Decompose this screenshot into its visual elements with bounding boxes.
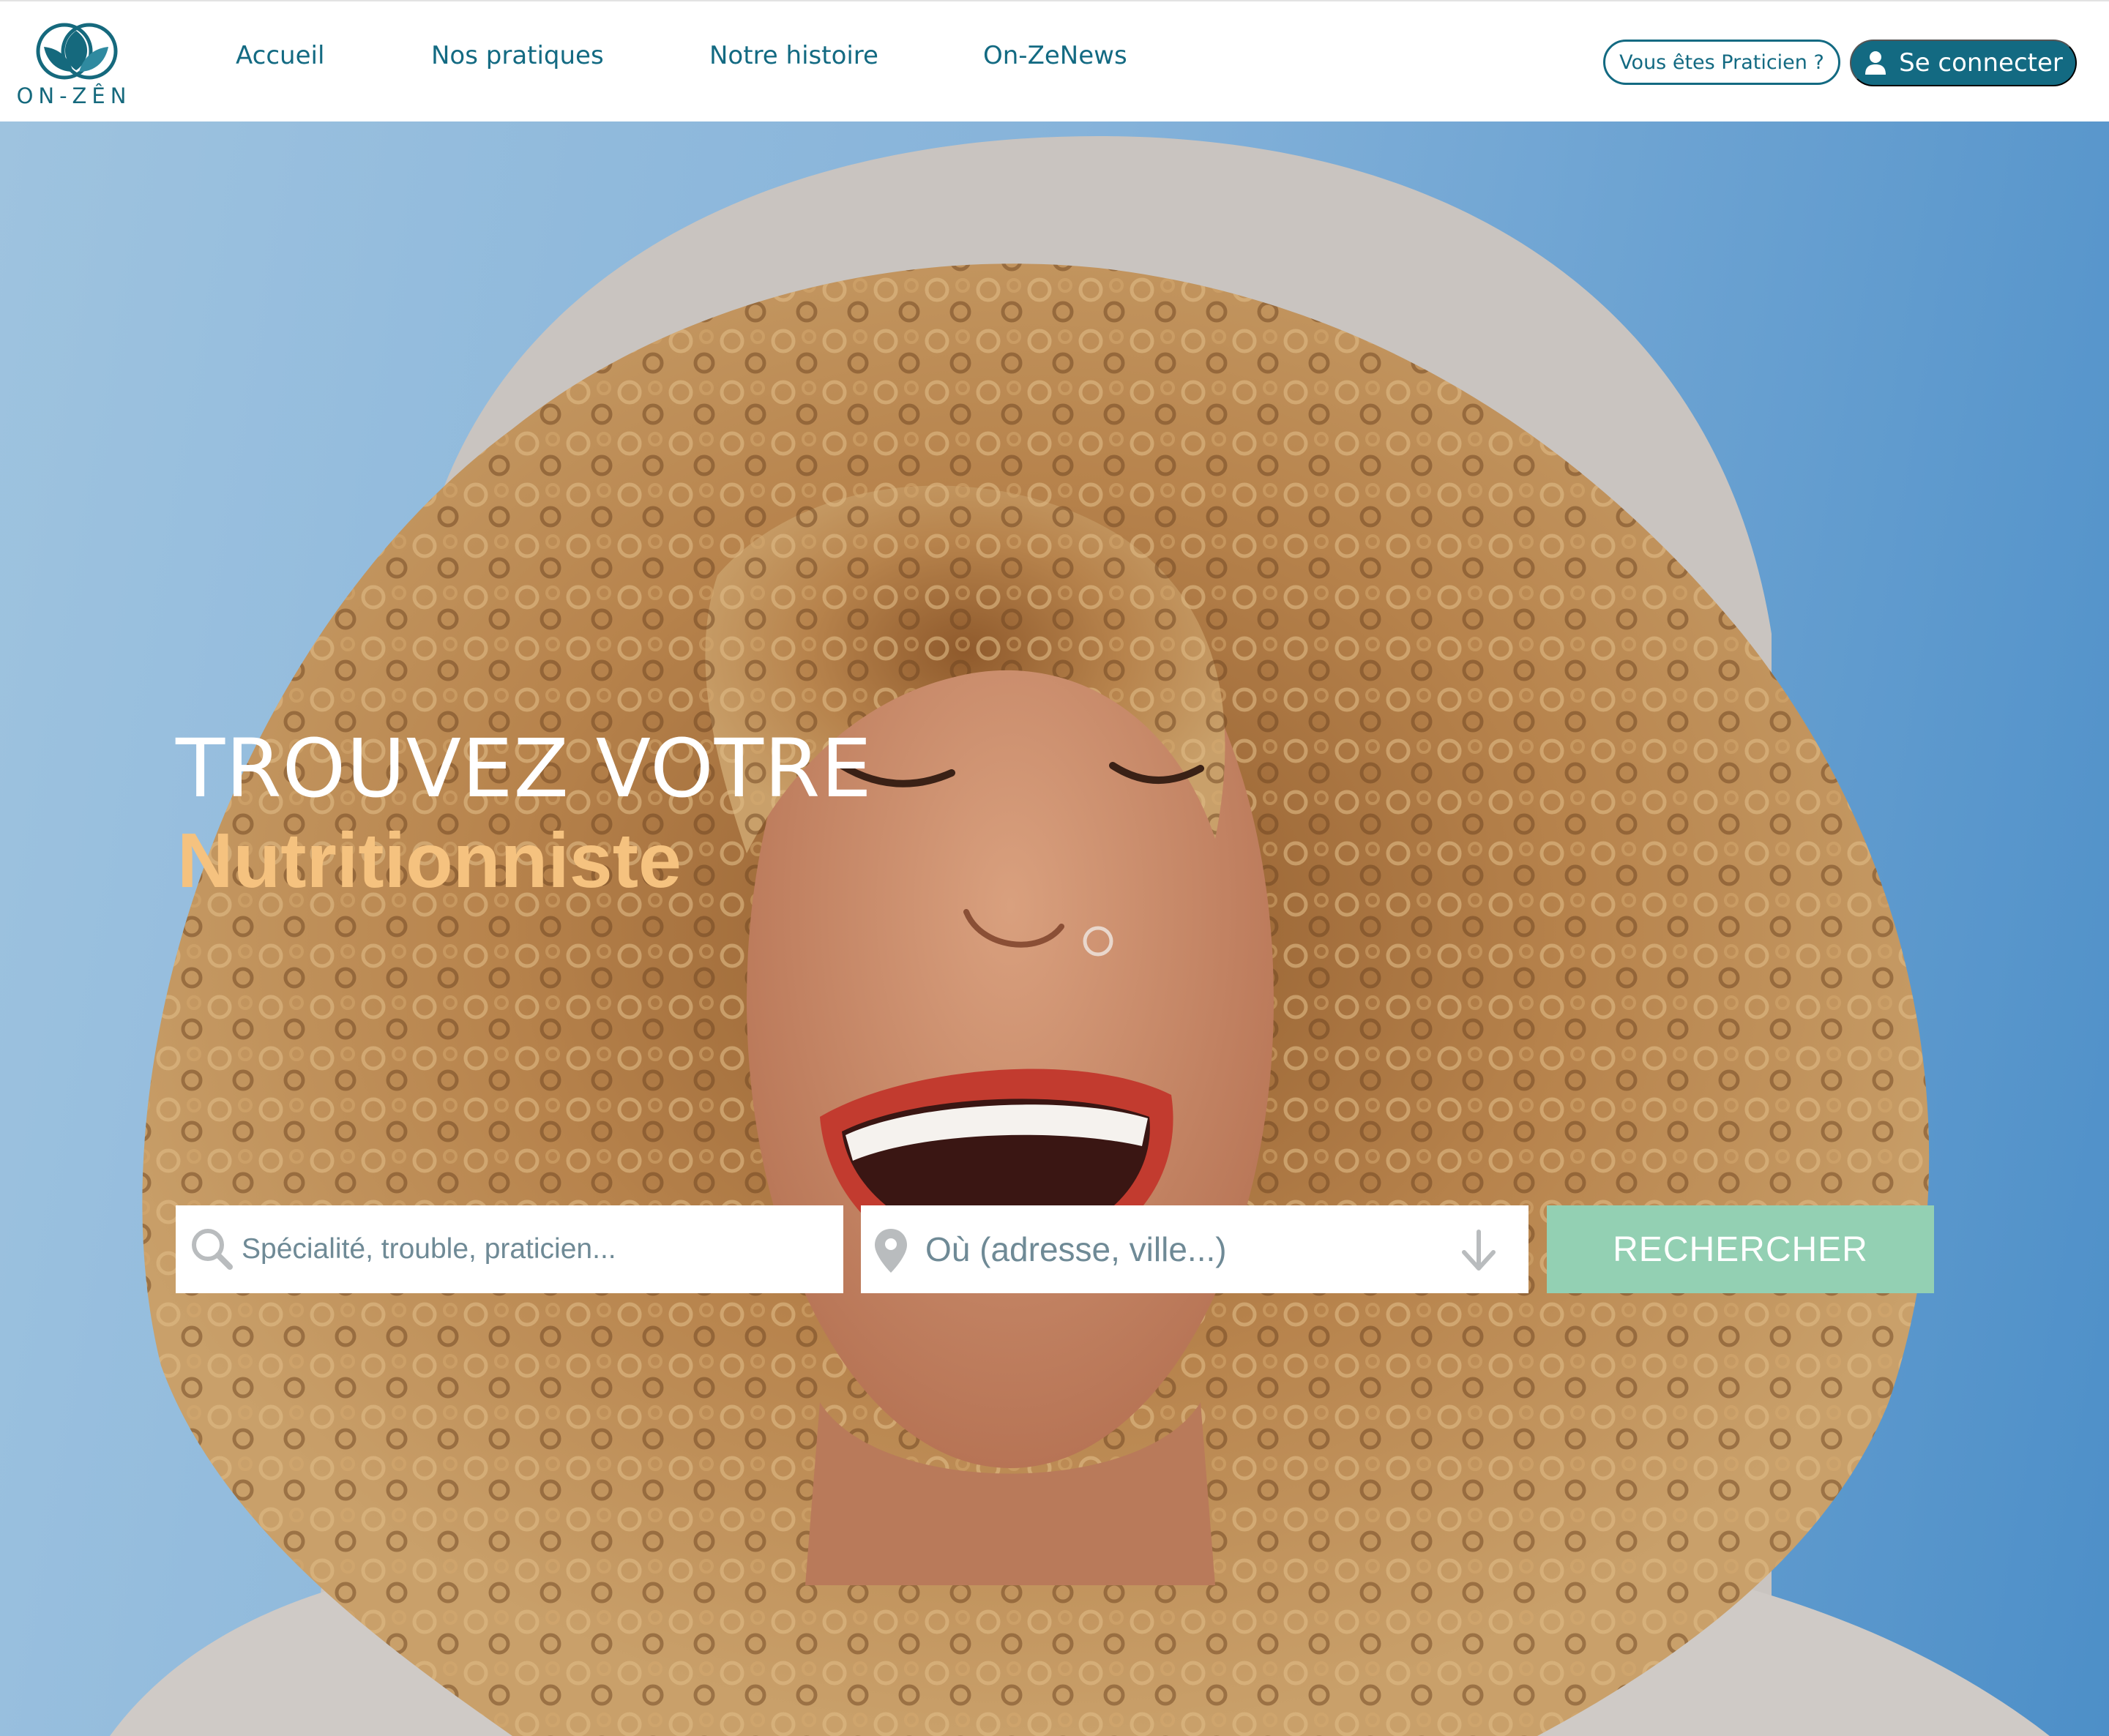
login-button-label: Se connecter <box>1899 48 2063 78</box>
search-icon <box>192 1229 233 1270</box>
site-header: ON-ZÊN Accueil Nos pratiques Notre histo… <box>0 0 2109 121</box>
practitioner-button[interactable]: Vous êtes Praticien ? <box>1603 40 1840 85</box>
nav-item-accueil[interactable]: Accueil <box>236 41 324 70</box>
logo[interactable]: ON-ZÊN <box>7 16 139 111</box>
location-search-input[interactable] <box>925 1205 1452 1293</box>
location-pin-icon <box>875 1229 907 1273</box>
specialty-search-input[interactable] <box>242 1205 827 1293</box>
nav-item-notre-histoire[interactable]: Notre histoire <box>709 41 878 70</box>
arrow-down-icon[interactable] <box>1458 1229 1499 1273</box>
nav-item-nos-pratiques[interactable]: Nos pratiques <box>431 41 604 70</box>
hero-photo <box>110 136 2050 1736</box>
login-button[interactable]: Se connecter <box>1850 40 2077 86</box>
nav-item-on-zenews[interactable]: On-ZeNews <box>983 41 1127 70</box>
specialty-field <box>176 1205 843 1293</box>
hero-subtitle: Nutritionniste <box>177 818 682 904</box>
hero-section: TROUVEZ VOTRE Nutritionniste RECHERCHER <box>0 121 2109 1736</box>
user-icon <box>1865 51 1886 75</box>
search-button[interactable]: RECHERCHER <box>1547 1205 1934 1293</box>
hero-title: TROUVEZ VOTRE <box>176 722 873 815</box>
location-field <box>861 1205 1528 1293</box>
logo-text: ON-ZÊN <box>16 83 132 108</box>
lotus-logo-icon <box>36 23 118 80</box>
